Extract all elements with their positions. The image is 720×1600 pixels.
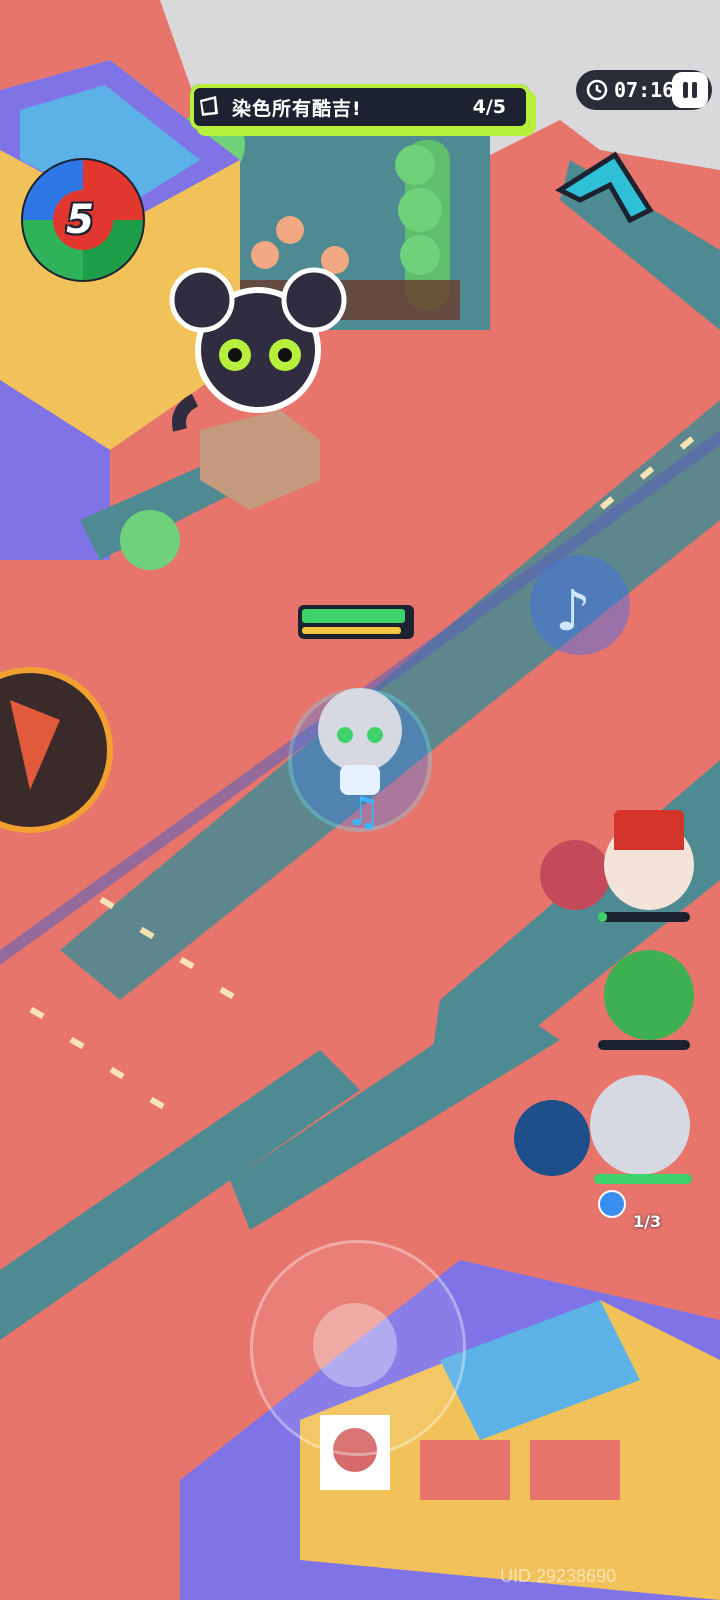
player-status bbox=[298, 605, 414, 639]
member-1-health bbox=[598, 912, 690, 922]
paint-bucket-icon bbox=[200, 96, 218, 116]
avatar-member-2[interactable] bbox=[604, 950, 694, 1040]
pause-icon bbox=[683, 82, 688, 98]
paint-count: 5 bbox=[66, 197, 94, 243]
member-2-health bbox=[598, 1040, 690, 1050]
joystick-knob[interactable] bbox=[313, 1303, 397, 1387]
svg-text:♫: ♫ bbox=[345, 789, 381, 835]
objective-text: 染色所有酷吉! bbox=[232, 97, 362, 120]
player-health-bar bbox=[302, 609, 405, 623]
objective-banner: 染色所有酷吉! 4/5 bbox=[190, 84, 530, 130]
timer-value: 07:16 bbox=[614, 78, 675, 102]
player-energy-bar bbox=[302, 627, 402, 634]
objective-progress: 4/5 bbox=[472, 96, 506, 118]
avatar-member-1[interactable] bbox=[604, 810, 694, 910]
skill-rose-icon[interactable] bbox=[540, 840, 610, 910]
pause-button[interactable] bbox=[672, 72, 708, 108]
charge-icon bbox=[598, 1190, 626, 1218]
joystick-base[interactable] bbox=[250, 1240, 466, 1456]
member-3-health bbox=[594, 1174, 692, 1184]
uid-text: UID:29238690 bbox=[500, 1566, 617, 1586]
skill-flower-icon[interactable] bbox=[514, 1100, 590, 1176]
avatar-member-3[interactable] bbox=[590, 1075, 690, 1175]
svg-text:♪: ♪ bbox=[555, 579, 591, 644]
direction-arrow-icon bbox=[555, 151, 654, 224]
clock-icon bbox=[586, 79, 608, 101]
charge-count: 1/3 bbox=[633, 1212, 662, 1231]
